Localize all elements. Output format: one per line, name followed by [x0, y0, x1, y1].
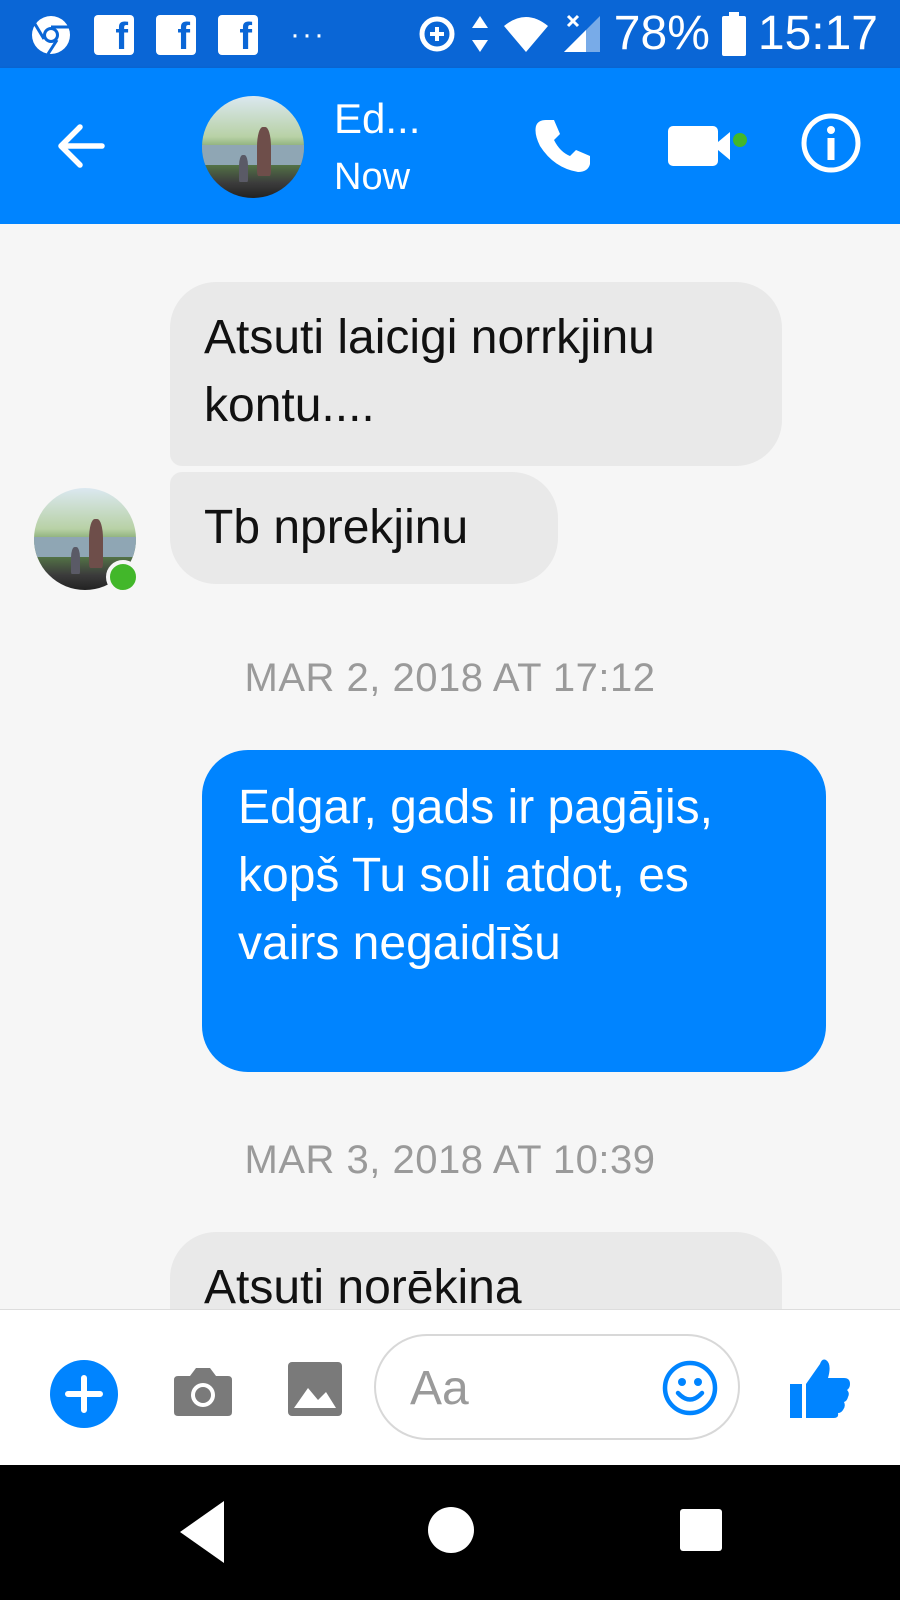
- info-icon[interactable]: [800, 112, 862, 174]
- contact-avatar[interactable]: [202, 96, 304, 198]
- back-arrow-icon[interactable]: [50, 116, 110, 176]
- video-camera-icon[interactable]: [668, 120, 748, 172]
- emoji-icon[interactable]: [662, 1360, 718, 1416]
- received-message[interactable]: Atsuti norēkina: [170, 1232, 782, 1309]
- facebook-icon: f: [156, 15, 196, 57]
- sent-message[interactable]: Edgar, gads ir pagājis, kopš Tu soli atd…: [202, 750, 826, 1072]
- timestamp: MAR 2, 2018 AT 17:12: [244, 656, 656, 700]
- battery-icon: [721, 12, 746, 56]
- data-saver-icon: [419, 16, 455, 52]
- message-thread[interactable]: Atsuti laicigi norrkjinu kontu.... Tb np…: [0, 224, 900, 1309]
- contact-presence: Now: [334, 156, 411, 198]
- more-notifications-icon: ···: [290, 18, 326, 51]
- status-bar: f f f ··· 78% 15:17: [0, 0, 900, 68]
- system-icons: 78% 15:17: [416, 6, 878, 62]
- thumbs-up-icon[interactable]: [790, 1356, 850, 1420]
- online-status-icon: [106, 560, 140, 594]
- plus-icon[interactable]: [50, 1360, 118, 1428]
- contact-name[interactable]: Ed...: [334, 94, 420, 144]
- message-input-placeholder: Aa: [410, 1362, 469, 1415]
- camera-icon[interactable]: [174, 1362, 232, 1422]
- facebook-icon: f: [218, 15, 258, 57]
- nav-back-icon[interactable]: [178, 1499, 226, 1565]
- data-arrows-icon: [471, 16, 488, 52]
- phone-icon[interactable]: [532, 116, 592, 176]
- timestamp: MAR 3, 2018 AT 10:39: [244, 1138, 656, 1182]
- received-message[interactable]: Atsuti laicigi norrkjinu kontu....: [170, 282, 782, 466]
- conversation-header: Ed... Now: [0, 68, 900, 224]
- signal-icon: [563, 14, 600, 52]
- message-input[interactable]: Aa: [374, 1334, 740, 1440]
- battery-percent: 78%: [613, 7, 710, 60]
- wifi-icon: [503, 17, 548, 52]
- nav-home-icon[interactable]: [428, 1507, 474, 1553]
- gallery-icon[interactable]: [288, 1362, 342, 1416]
- nav-recents-icon[interactable]: [680, 1509, 722, 1551]
- system-navigation-bar: [0, 1465, 900, 1600]
- notification-icons: f f f ···: [30, 14, 326, 57]
- message-composer: Aa: [0, 1309, 900, 1466]
- received-message[interactable]: Tb nprekjinu: [170, 472, 558, 584]
- clock: 15:17: [757, 7, 878, 60]
- facebook-icon: f: [94, 15, 134, 57]
- chrome-icon: [32, 16, 70, 55]
